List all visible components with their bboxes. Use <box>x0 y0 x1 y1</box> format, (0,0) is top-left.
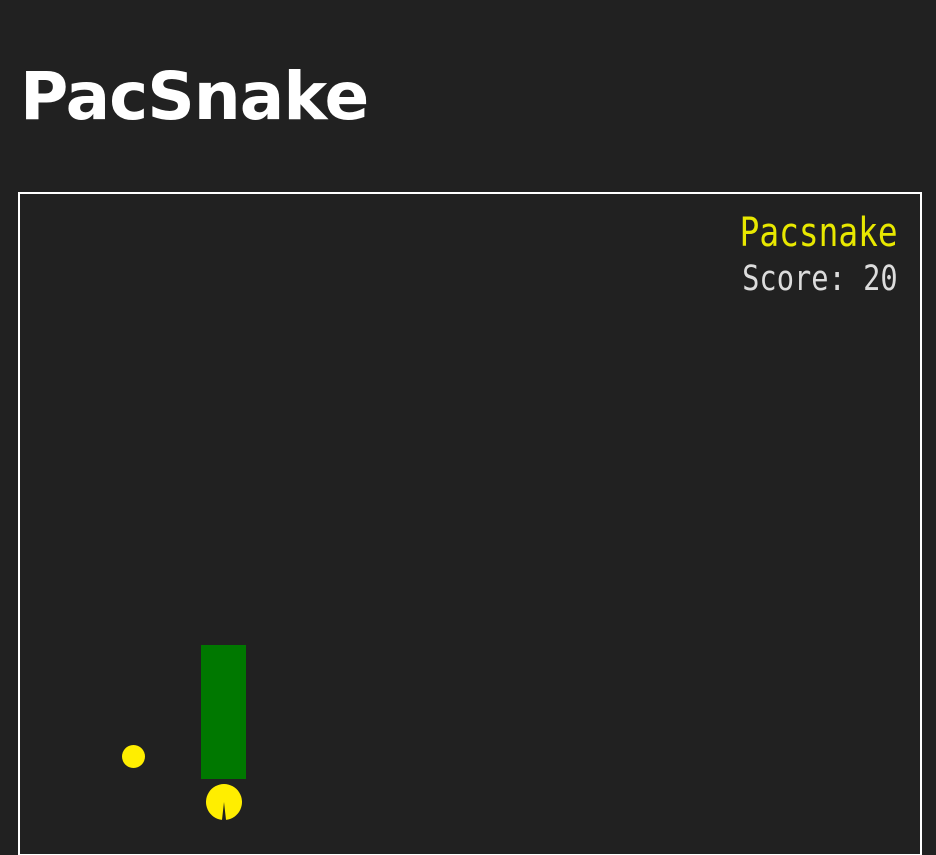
page-title: PacSnake <box>20 58 369 135</box>
hud: Pacsnake Score: 20 <box>705 208 898 300</box>
game-board[interactable]: Pacsnake Score: 20 <box>18 192 922 855</box>
score-display: Score: 20 <box>742 259 898 299</box>
pacman-head-shape <box>206 784 242 820</box>
snake-body <box>201 645 246 779</box>
pellet <box>122 745 145 768</box>
hud-game-name: Pacsnake <box>740 210 898 256</box>
pacman-head <box>206 784 242 820</box>
